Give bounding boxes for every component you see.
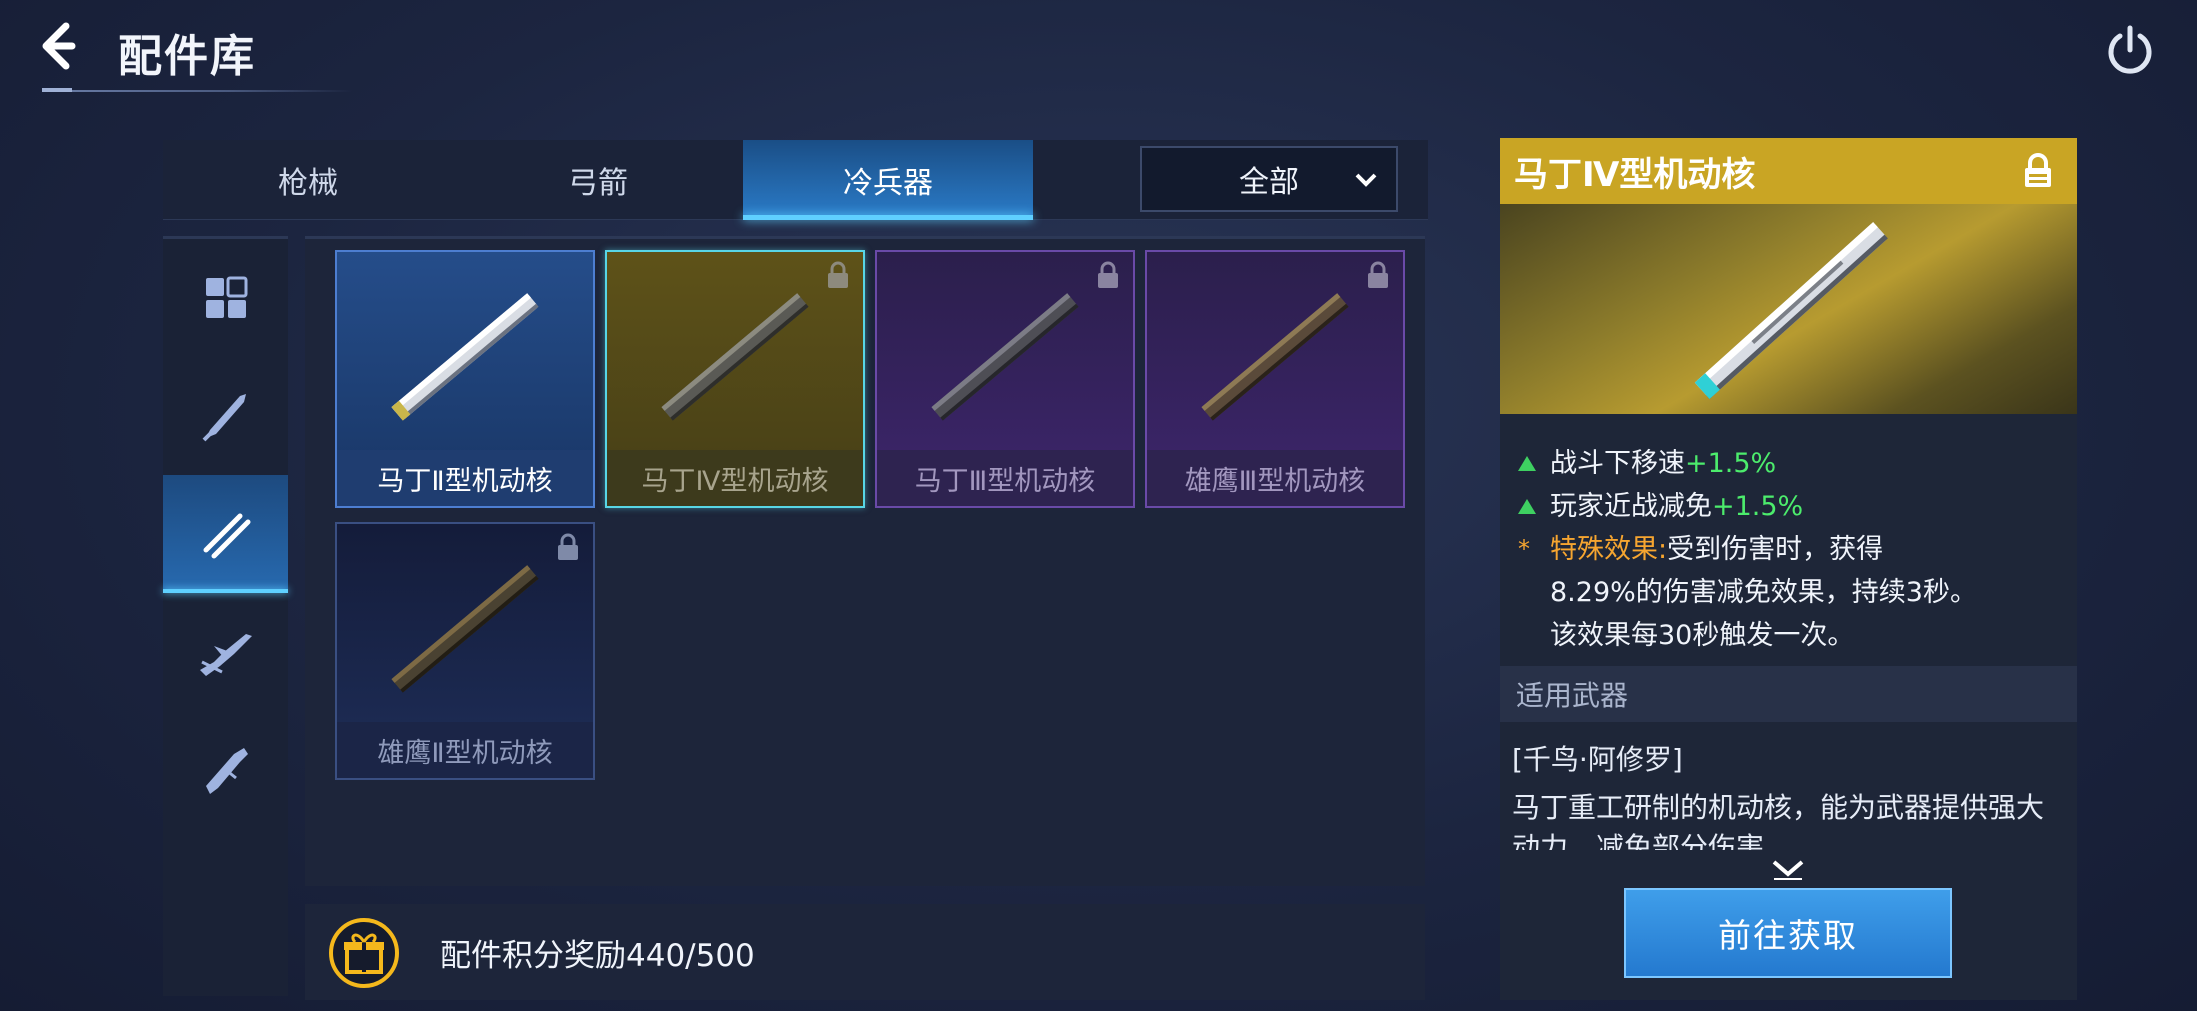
power-icon [2108, 25, 2152, 74]
item-card-eagle-3[interactable]: 雄鹰Ⅲ型机动核 [1145, 250, 1405, 508]
item-card-martin-4[interactable]: 马丁Ⅳ型机动核 [605, 250, 865, 508]
back-button[interactable] [36, 18, 86, 74]
tab-bows[interactable]: 弓箭 [453, 140, 743, 220]
special-effect-line3: 该效果每30秒触发一次。 [1550, 620, 1855, 651]
applicable-weapon-name: [千鸟·阿修罗] [1512, 743, 1683, 776]
filter-selected-value: 全部 [1239, 165, 1299, 200]
title-underline [42, 88, 352, 92]
reward-progress-text: 配件积分奖励440/500 [440, 938, 755, 974]
category-all[interactable] [163, 239, 288, 357]
category-gun-barrel[interactable] [163, 593, 288, 711]
special-effect-line2: 8.29%的伤害减免效果，持续3秒。 [1550, 577, 1977, 608]
reward-progress-bar[interactable]: 配件积分奖励440/500 [305, 904, 1425, 1000]
stat-label: 玩家近战减免 [1550, 491, 1712, 522]
stat-row-move-speed: 战斗下移速 +1.5% [1518, 442, 2063, 485]
lock-icon [558, 533, 578, 560]
filter-dropdown[interactable]: 全部 [1140, 146, 1398, 212]
applicable-weapons-header: 适用武器 [1500, 666, 2077, 722]
item-card-martin-2[interactable]: 马丁Ⅱ型机动核 [335, 250, 595, 508]
item-description: 马丁重工研制的机动核，能为武器提供强大动力，减免部分伤害 [1512, 791, 2045, 850]
gun-barrel-icon [199, 634, 252, 676]
tab-firearms[interactable]: 枪械 [163, 140, 453, 220]
stat-value: +1.5% [1685, 448, 1777, 479]
stat-up-icon [1518, 456, 1536, 471]
detail-title: 马丁Ⅳ型机动核 [1514, 154, 1756, 195]
category-stock[interactable] [163, 711, 288, 829]
special-effect-icon: * [1518, 535, 1530, 563]
item-name: 马丁Ⅳ型机动核 [607, 450, 863, 506]
blade-icon [202, 394, 246, 442]
item-name: 雄鹰Ⅲ型机动核 [1147, 450, 1403, 506]
category-mobile-core[interactable] [163, 475, 288, 593]
item-card-eagle-2[interactable]: 雄鹰Ⅱ型机动核 [335, 522, 595, 780]
page-title: 配件库 [118, 31, 256, 82]
category-blade[interactable] [163, 357, 288, 475]
lock-icon [828, 261, 848, 288]
stat-label: 战斗下移速 [1550, 448, 1685, 479]
lock-icon [1368, 261, 1388, 288]
tab-melee[interactable]: 冷兵器 [743, 140, 1033, 220]
detail-item-art [1500, 204, 2077, 414]
category-sidebar [163, 236, 288, 996]
item-name: 雄鹰Ⅱ型机动核 [337, 722, 593, 778]
item-grid: 马丁Ⅱ型机动核 马丁Ⅳ型机动核 马丁Ⅲ型机动核 雄鹰Ⅲ型机动核 雄鹰Ⅱ型机动核 [305, 236, 1425, 886]
stat-up-icon [1518, 499, 1536, 514]
stat-list: 战斗下移速 +1.5% 玩家近战减免 +1.5% * 特殊效果:受到伤害时，获得… [1518, 442, 2063, 657]
stat-value: +1.5% [1712, 491, 1804, 522]
go-obtain-button[interactable]: 前往获取 [1624, 888, 1952, 978]
item-name: 马丁Ⅱ型机动核 [337, 450, 593, 506]
item-card-martin-3[interactable]: 马丁Ⅲ型机动核 [875, 250, 1135, 508]
mobile-core-art [391, 293, 539, 421]
special-effect-label: 特殊效果: [1550, 534, 1668, 565]
gift-icon [329, 918, 399, 988]
special-effect: * 特殊效果:受到伤害时，获得 8.29%的伤害减免效果，持续3秒。 该效果每3… [1518, 528, 2063, 657]
lock-icon [1098, 261, 1118, 288]
mobile-core-icon [203, 513, 250, 559]
back-arrow-icon [42, 22, 76, 70]
chevron-down-icon [1355, 173, 1377, 187]
all-grid-icon [205, 276, 247, 318]
stat-row-melee-reduction: 玩家近战减免 +1.5% [1518, 485, 2063, 528]
special-effect-line1: 受到伤害时，获得 [1667, 534, 1884, 565]
stock-icon [205, 748, 248, 794]
item-name: 马丁Ⅲ型机动核 [877, 450, 1133, 506]
power-button[interactable] [2102, 22, 2158, 78]
detail-header: 马丁Ⅳ型机动核 [1500, 138, 2077, 204]
scroll-down-icon[interactable] [1768, 858, 1808, 882]
lock-icon [2025, 153, 2051, 187]
item-detail-panel: 马丁Ⅳ型机动核 战斗下移速 +1.5% 玩家近战减免 +1.5% * 特殊效果:… [1500, 138, 2077, 1000]
